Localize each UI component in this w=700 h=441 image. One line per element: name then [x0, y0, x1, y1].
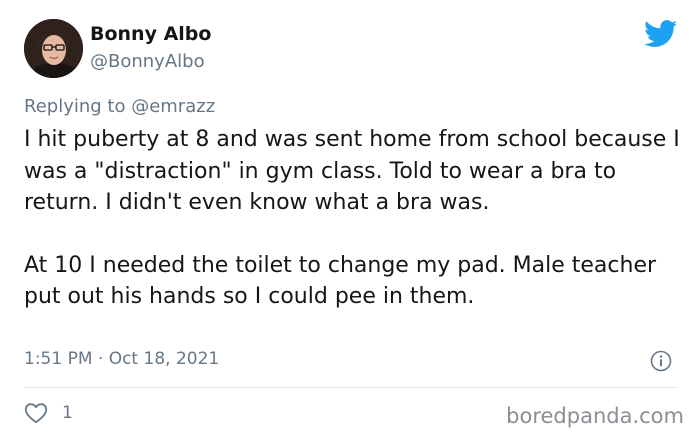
- twitter-bird-icon[interactable]: [644, 20, 678, 48]
- tweet-paragraph: I hit puberty at 8 and was sent home fro…: [24, 127, 680, 215]
- tweet-text: I hit puberty at 8 and was sent home fro…: [24, 124, 684, 313]
- avatar[interactable]: [24, 19, 83, 78]
- author-display-name[interactable]: Bonny Albo: [90, 23, 211, 45]
- replying-to-label: Replying to: [24, 96, 132, 117]
- replying-to: Replying to @emrazz: [24, 96, 215, 117]
- divider: [24, 387, 677, 388]
- avatar-image: [24, 19, 83, 78]
- author-handle[interactable]: @BonnyAlbo: [90, 51, 205, 72]
- like-button[interactable]: 1: [24, 400, 73, 426]
- tweet-paragraph: At 10 I needed the toilet to change my p…: [24, 252, 657, 310]
- info-icon[interactable]: [650, 350, 672, 372]
- like-count: 1: [62, 403, 73, 423]
- heart-icon: [24, 403, 48, 424]
- watermark: boredpanda.com: [506, 404, 684, 428]
- tweet-timestamp[interactable]: 1:51 PM · Oct 18, 2021: [24, 349, 219, 369]
- reply-mention-link[interactable]: @emrazz: [131, 96, 215, 117]
